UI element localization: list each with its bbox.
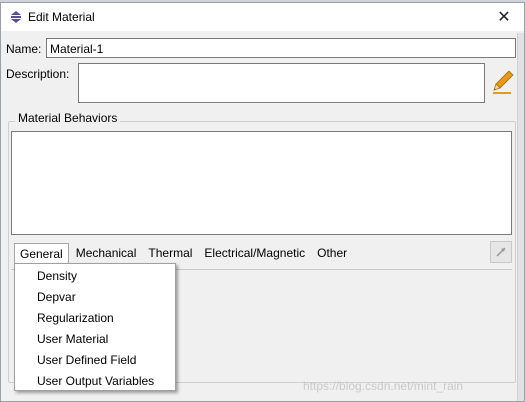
description-label: Description: (6, 67, 70, 81)
menu-thermal[interactable]: Thermal (143, 243, 197, 263)
name-label: Name: (6, 42, 42, 56)
menu-other[interactable]: Other (312, 243, 352, 263)
close-icon: ✕ (497, 9, 511, 26)
material-behaviors-label: Material Behaviors (15, 111, 121, 125)
menu-electrical-magnetic[interactable]: Electrical/Magnetic (199, 243, 310, 263)
title-bar: Edit Material ✕ (1, 3, 524, 31)
pencil-icon[interactable] (491, 69, 515, 95)
scrollbar-edge (517, 33, 524, 401)
close-button[interactable]: ✕ (484, 3, 524, 31)
menu-item-depvar[interactable]: Depvar (15, 287, 175, 308)
material-app-icon (11, 11, 21, 23)
menu-item-user-material[interactable]: User Material (15, 329, 175, 350)
general-dropdown-menu: Density Depvar Regularization User Mater… (14, 263, 176, 391)
arrow-tool-icon (496, 247, 506, 257)
window-title: Edit Material (28, 10, 95, 24)
menu-item-regularization[interactable]: Regularization (15, 308, 175, 329)
menu-general[interactable]: General (14, 242, 69, 264)
menu-item-density[interactable]: Density (15, 266, 175, 287)
behavior-menubar: General Mechanical Thermal Electrical/Ma… (14, 242, 354, 264)
description-field[interactable] (78, 63, 485, 103)
material-behaviors-list[interactable] (11, 131, 512, 235)
name-field[interactable]: Material-1 (46, 38, 516, 58)
menu-item-user-defined-field[interactable]: User Defined Field (15, 350, 175, 371)
watermark-text: https://blog.csdn.net/mint_rain (303, 379, 464, 393)
menu-mechanical[interactable]: Mechanical (71, 243, 142, 263)
edit-material-dialog: Edit Material ✕ Name: Material-1 Descrip… (0, 2, 525, 402)
menu-item-user-output-variables[interactable]: User Output Variables (15, 371, 175, 392)
arrow-tool-button[interactable] (490, 241, 512, 263)
